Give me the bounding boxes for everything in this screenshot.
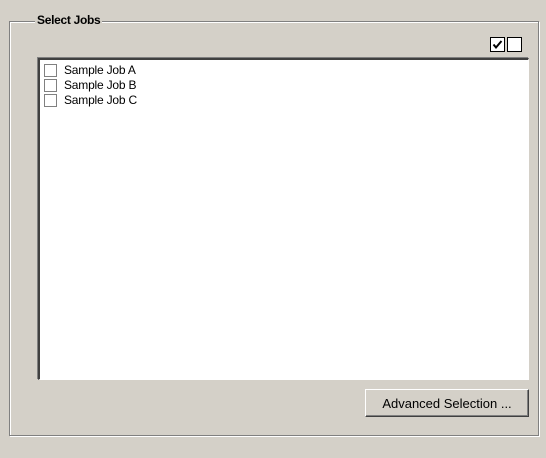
clear-all-button[interactable]: [507, 37, 522, 52]
select-jobs-title: Select Jobs: [35, 13, 103, 28]
job-checkbox[interactable]: [44, 64, 57, 77]
job-label: Sample Job C: [64, 93, 137, 107]
job-checkbox[interactable]: [44, 94, 57, 107]
checked-box-icon: [492, 40, 503, 50]
job-checkbox[interactable]: [44, 79, 57, 92]
list-item-sample-job-a[interactable]: Sample Job A: [44, 63, 136, 78]
advanced-selection-button[interactable]: Advanced Selection ...: [365, 389, 529, 417]
job-label: Sample Job B: [64, 78, 137, 92]
list-item-sample-job-b[interactable]: Sample Job B: [44, 78, 137, 93]
job-label: Sample Job A: [64, 63, 136, 77]
selection-toolbar: [490, 37, 522, 52]
list-item-sample-job-c[interactable]: Sample Job C: [44, 93, 137, 108]
jobs-list[interactable]: Sample Job A Sample Job B Sample Job C: [38, 58, 529, 380]
select-all-button[interactable]: [490, 37, 505, 52]
empty-box-icon: [508, 38, 521, 51]
